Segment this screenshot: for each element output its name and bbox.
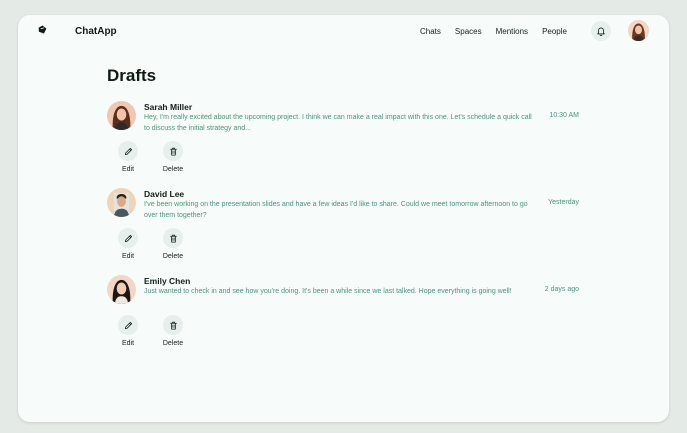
edit-button[interactable] xyxy=(118,228,138,248)
page-title: Drafts xyxy=(107,66,157,85)
sender-name: David Lee xyxy=(144,189,185,199)
sender-name: Sarah Miller xyxy=(144,102,193,112)
avatar xyxy=(107,101,136,130)
delete-action: Delete xyxy=(158,228,188,260)
trash-icon xyxy=(169,147,177,156)
delete-button[interactable] xyxy=(163,141,183,161)
david-avatar-image xyxy=(107,188,136,217)
user-avatar-image xyxy=(628,20,649,41)
pencil-icon xyxy=(124,147,132,155)
emily-avatar-image xyxy=(107,275,136,304)
edit-label: Edit xyxy=(121,253,135,260)
nav-spaces[interactable]: Spaces xyxy=(455,27,482,36)
edit-action: Edit xyxy=(113,228,143,260)
notifications-button[interactable] xyxy=(591,21,611,41)
user-avatar[interactable] xyxy=(628,20,649,41)
avatar xyxy=(107,188,136,217)
edit-action: Edit xyxy=(113,315,143,347)
nav-people[interactable]: People xyxy=(542,27,567,36)
bell-icon xyxy=(597,27,605,36)
delete-button[interactable] xyxy=(163,315,183,335)
edit-label: Edit xyxy=(121,340,135,347)
delete-label: Delete xyxy=(162,253,184,260)
sarah-avatar-image xyxy=(107,101,136,130)
edit-button[interactable] xyxy=(118,315,138,335)
draft-time: Yesterday xyxy=(548,199,579,206)
edit-action: Edit xyxy=(113,141,143,173)
draft-message: Just wanted to check in and see how you'… xyxy=(144,288,512,295)
trash-icon xyxy=(169,234,177,243)
draft-time: 2 days ago xyxy=(544,286,579,293)
app-name: ChatApp xyxy=(75,26,117,37)
draft-message: I've been working on the presentation sl… xyxy=(144,201,528,219)
top-bar: ChatApp Chats Spaces Mentions People xyxy=(18,15,669,47)
delete-button[interactable] xyxy=(163,228,183,248)
app-logo-icon xyxy=(38,25,47,34)
draft-item[interactable]: David Lee I've been working on the prese… xyxy=(107,188,582,270)
draft-item[interactable]: Emily Chen Just wanted to check in and s… xyxy=(107,275,582,357)
app-window: ChatApp Chats Spaces Mentions People Dra… xyxy=(18,15,669,422)
edit-label: Edit xyxy=(121,166,135,173)
main-nav: Chats Spaces Mentions People xyxy=(420,27,581,36)
draft-message: Hey, I'm really excited about the upcomi… xyxy=(144,114,532,132)
draft-time: 10:30 AM xyxy=(549,112,579,119)
delete-action: Delete xyxy=(158,141,188,173)
pencil-icon xyxy=(124,234,132,242)
edit-button[interactable] xyxy=(118,141,138,161)
delete-label: Delete xyxy=(162,340,184,347)
delete-action: Delete xyxy=(158,315,188,347)
avatar xyxy=(107,275,136,304)
brand[interactable]: ChatApp xyxy=(38,25,117,37)
trash-icon xyxy=(169,321,177,330)
sender-name: Emily Chen xyxy=(144,276,191,286)
delete-label: Delete xyxy=(162,166,184,173)
pencil-icon xyxy=(124,321,132,329)
nav-mentions[interactable]: Mentions xyxy=(496,27,528,36)
nav-chats[interactable]: Chats xyxy=(420,27,441,36)
draft-item[interactable]: Sarah Miller Hey, I'm really excited abo… xyxy=(107,101,582,183)
